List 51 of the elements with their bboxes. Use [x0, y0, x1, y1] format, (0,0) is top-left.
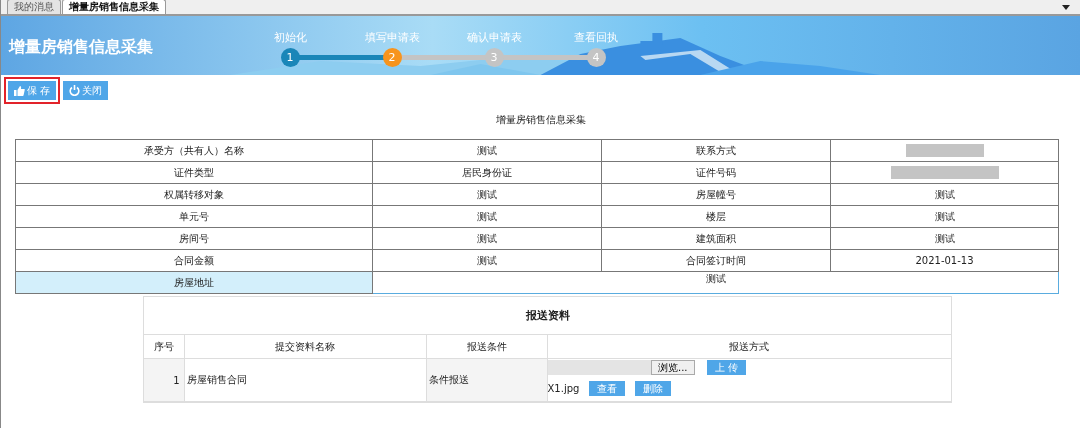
- page-title: 增量房销售信息采集: [7, 37, 154, 58]
- file-name: X1.jpg: [547, 383, 580, 394]
- thumbs-up-icon: [14, 85, 25, 96]
- step-label: 查看回执: [574, 29, 618, 46]
- section-title: 报送资料: [144, 297, 951, 335]
- field-label: 建筑面积: [601, 227, 831, 250]
- dropdown-caret-icon[interactable]: [1062, 5, 1070, 10]
- field-value: 测试: [830, 227, 1059, 250]
- field-value: 测试: [372, 183, 602, 206]
- field-value: 居民身份证: [372, 161, 602, 184]
- field-value: 测试: [372, 227, 602, 250]
- column-header: 序号: [144, 335, 184, 359]
- table-cell: 1: [144, 358, 184, 402]
- field-value: 测试: [372, 271, 1059, 294]
- browse-button[interactable]: 浏览...: [650, 360, 695, 375]
- upload-button[interactable]: 上 传: [706, 360, 746, 375]
- table-cell: 房屋销售合同: [184, 358, 426, 402]
- field-label: 权属转移对象: [15, 183, 373, 206]
- field-label: 合同签订时间: [601, 249, 831, 272]
- field-value: 测试: [830, 205, 1059, 228]
- step-label: 初始化: [273, 29, 307, 46]
- field-value: 测试: [830, 183, 1059, 206]
- tab[interactable]: 我的消息: [7, 0, 61, 14]
- field-value: 测试: [372, 205, 602, 228]
- column-header: 提交资料名称: [184, 335, 426, 359]
- field-label: 联系方式: [601, 139, 831, 162]
- step-label: 确认申请表: [466, 29, 522, 46]
- field-value: 2021-01-13: [830, 249, 1059, 272]
- file-field[interactable]: 浏览...: [547, 360, 695, 375]
- field-label: 房屋地址: [15, 271, 373, 294]
- column-header: 报送条件: [426, 335, 547, 359]
- field-label: 合同金额: [15, 249, 373, 272]
- table-cell: 条件报送: [426, 358, 547, 402]
- field-label: 楼层: [601, 205, 831, 228]
- view-button[interactable]: 查看: [589, 381, 626, 396]
- delete-button[interactable]: 删除: [635, 381, 672, 396]
- field-label: 单元号: [15, 205, 373, 228]
- tab[interactable]: 增量房销售信息采集: [62, 0, 166, 14]
- column-header: 报送方式: [547, 335, 951, 359]
- step-label: 填写申请表: [364, 29, 420, 46]
- field-value: 测试: [372, 249, 602, 272]
- power-icon: [69, 85, 81, 96]
- form-title: 增量房销售信息采集: [494, 113, 587, 127]
- field-label: 承受方（共有人）名称: [15, 139, 373, 162]
- field-label: 证件号码: [601, 161, 831, 184]
- field-label: 房间号: [15, 227, 373, 250]
- field-value: 测试: [372, 139, 602, 162]
- save-button[interactable]: 保 存: [8, 81, 57, 100]
- field-label: 证件类型: [15, 161, 373, 184]
- close-button[interactable]: 关闭: [63, 81, 109, 100]
- field-label: 房屋幢号: [601, 183, 831, 206]
